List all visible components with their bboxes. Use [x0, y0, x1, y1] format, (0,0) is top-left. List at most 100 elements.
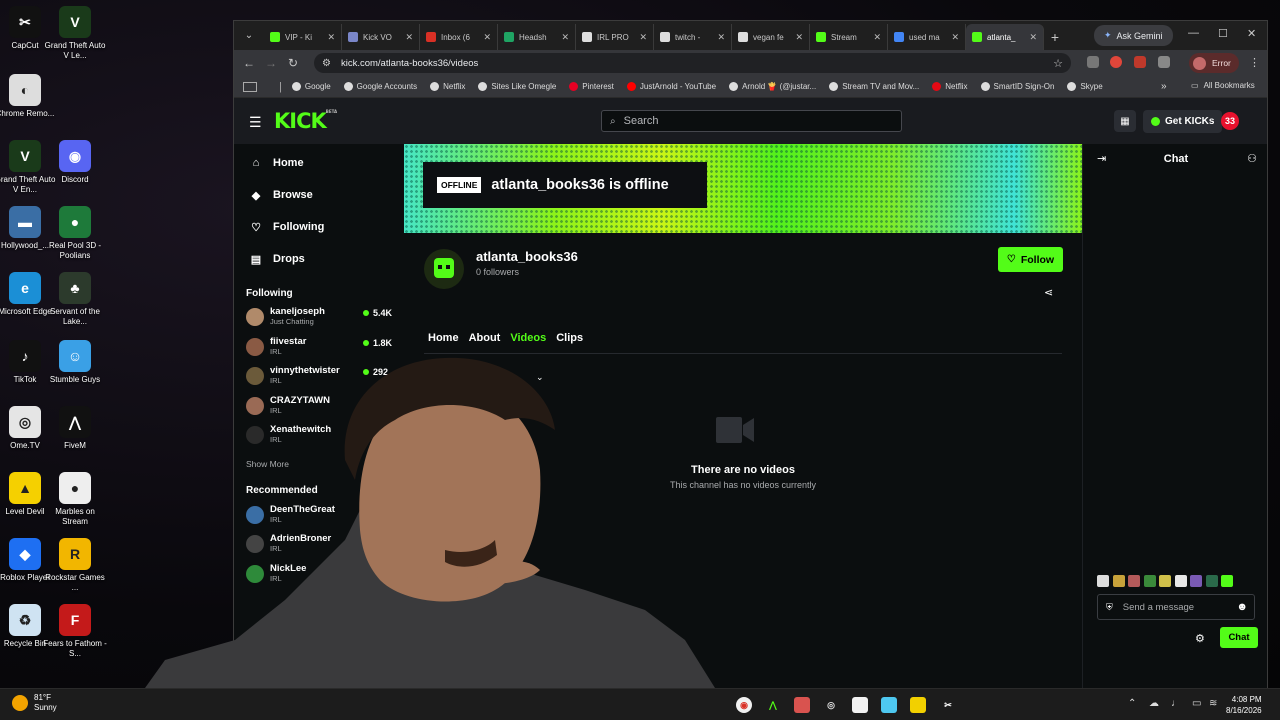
desktop-icon[interactable]: ● Marbles on Stream — [43, 472, 107, 527]
browser-tab[interactable]: vegan fe ✕ — [732, 24, 810, 50]
desktop-icon[interactable]: ⋀ FiveM — [43, 406, 107, 451]
channel-list-item[interactable]: kaneljoseph Just Chatting 5.4K — [234, 303, 402, 333]
bookmark-item[interactable]: Google Accounts — [343, 82, 417, 91]
microphone-icon[interactable]: ♩ — [1171, 698, 1181, 709]
emote-icon[interactable] — [1174, 575, 1187, 587]
emote-icon[interactable] — [1112, 575, 1125, 587]
display-icon[interactable]: ▭ — [1192, 698, 1201, 709]
chat-users-icon[interactable]: ⚇ — [1247, 152, 1257, 165]
bookmark-item[interactable]: JustArnold - YouTube — [626, 82, 716, 91]
share-icon[interactable]: ⋖ — [1044, 286, 1053, 299]
desktop-icon[interactable]: V Grand Theft Auto V Le... — [43, 6, 107, 61]
tab-close-icon[interactable]: ✕ — [717, 32, 725, 43]
wifi-icon[interactable]: ≋ — [1209, 698, 1217, 709]
chrome-taskbar-icon[interactable]: ◉ — [736, 697, 752, 713]
emote-icon[interactable] — [1097, 575, 1109, 587]
desktop-icon[interactable]: ♣ Servant of the Lake... — [43, 272, 107, 327]
extensions-puzzle-icon[interactable] — [1158, 56, 1170, 68]
bookmark-item[interactable]: SmartID Sign-On — [980, 82, 1054, 91]
browser-tab[interactable]: Kick VO ✕ — [342, 24, 420, 50]
ask-gemini-button[interactable]: ✦ Ask Gemini — [1094, 25, 1173, 46]
tab-close-icon[interactable]: ✕ — [483, 32, 491, 43]
capcut-taskbar-icon[interactable]: ✂ — [940, 697, 956, 713]
app-taskbar-icon[interactable] — [794, 697, 810, 713]
bookmark-item[interactable]: Sites Like Omegle — [478, 82, 556, 91]
tab-search-icon[interactable]: ⌄ — [238, 24, 260, 46]
desktop-icon[interactable]: ◐ Chrome Remo... — [0, 74, 57, 119]
minimize-icon[interactable]: — — [1188, 27, 1199, 39]
desktop-icon[interactable]: R Rockstar Games ... — [43, 538, 107, 593]
store-taskbar-icon[interactable] — [852, 697, 868, 713]
browser-tab[interactable]: VIP - Ki ✕ — [264, 24, 342, 50]
extension-icon[interactable] — [1110, 56, 1122, 68]
obs-taskbar-icon[interactable]: ◎ — [823, 697, 839, 713]
apps-grid-icon[interactable] — [243, 81, 257, 92]
all-bookmarks[interactable]: ▭ All Bookmarks — [1191, 81, 1255, 90]
bookmark-item[interactable]: Google — [291, 82, 331, 91]
bookmark-item[interactable]: Pinterest — [569, 82, 614, 91]
browser-menu-icon[interactable]: ⋮ — [1249, 56, 1260, 69]
desktop-icon[interactable]: ◉ Discord — [43, 140, 107, 185]
browser-tab[interactable]: used ma ✕ — [888, 24, 966, 50]
notification-badge[interactable]: 33 — [1221, 112, 1239, 130]
follow-button[interactable]: ♡ Follow — [998, 247, 1063, 272]
sidebar-item-following[interactable]: ♡ Following — [234, 211, 402, 243]
browser-tab[interactable]: Inbox (6 ✕ — [420, 24, 498, 50]
tab-close-icon[interactable]: ✕ — [327, 32, 335, 43]
sidebar-item-home[interactable]: ⌂ Home — [234, 147, 402, 179]
clock[interactable]: 4:08 PM 8/16/2026 — [1226, 694, 1262, 716]
desktop-icon[interactable]: ☺ Stumble Guys — [43, 340, 107, 385]
tab-close-icon[interactable]: ✕ — [873, 32, 881, 43]
sidebar-item-browse[interactable]: ◆ Browse — [234, 179, 402, 211]
reload-icon[interactable]: ↻ — [282, 56, 304, 70]
address-bar[interactable]: ⚙ kick.com/atlanta-books36/videos ☆ — [314, 53, 1071, 73]
bookmarks-overflow-icon[interactable]: » — [1161, 81, 1167, 92]
tab-close-icon[interactable]: ✕ — [1029, 32, 1037, 43]
weather-widget[interactable]: 81°F Sunny — [12, 693, 57, 713]
bookmark-item[interactable]: Stream TV and Mov... — [829, 82, 919, 91]
browser-tab[interactable]: Headsh ✕ — [498, 24, 576, 50]
new-tab-button[interactable]: + — [1044, 29, 1066, 45]
tab-close-icon[interactable]: ✕ — [561, 32, 569, 43]
kick-logo[interactable]: KICKBETA — [274, 109, 337, 133]
site-info-icon[interactable]: ⚙ — [322, 58, 331, 69]
back-icon[interactable]: ← — [238, 56, 260, 70]
fivem-taskbar-icon[interactable]: ⋀ — [765, 697, 781, 713]
browser-tab[interactable]: Stream ✕ — [810, 24, 888, 50]
bookmark-star-icon[interactable]: ☆ — [1053, 57, 1063, 70]
tab-close-icon[interactable]: ✕ — [405, 32, 413, 43]
get-kicks-button[interactable]: Get KICKs — [1143, 110, 1223, 133]
bookmark-item[interactable]: Arnold 🍟 (@justar... — [729, 82, 816, 91]
app-taskbar-icon[interactable] — [881, 697, 897, 713]
emote-icon[interactable] — [1143, 575, 1156, 587]
maximize-icon[interactable]: ☐ — [1218, 27, 1228, 40]
tab-close-icon[interactable]: ✕ — [951, 32, 959, 43]
tab-close-icon[interactable]: ✕ — [795, 32, 803, 43]
extension-icon[interactable] — [1134, 56, 1146, 68]
desktop-icon[interactable]: ● Real Pool 3D - Poolians — [43, 206, 107, 261]
emoji-icon[interactable]: ☻ — [1236, 601, 1248, 613]
bookmark-item[interactable]: Skype — [1067, 82, 1103, 91]
search-input[interactable]: ⌕ Search — [601, 110, 902, 132]
notes-taskbar-icon[interactable] — [910, 697, 926, 713]
emote-icon[interactable] — [1159, 575, 1171, 587]
inbox-icon[interactable]: ▦ — [1114, 110, 1136, 132]
onedrive-icon[interactable]: ☁ — [1149, 698, 1159, 709]
emote-icon[interactable] — [1221, 575, 1233, 587]
channel-avatar[interactable] — [424, 249, 464, 289]
tab-close-icon[interactable]: ✕ — [639, 32, 647, 43]
browser-tab[interactable]: twitch - ✕ — [654, 24, 732, 50]
tray-chevron-icon[interactable]: ⌃ — [1128, 698, 1136, 709]
chat-settings-gear-icon[interactable]: ⚙ — [1195, 632, 1205, 645]
browser-tab[interactable]: atlanta_ ✕ — [966, 24, 1044, 50]
emote-icon[interactable] — [1205, 575, 1218, 587]
profile-error-button[interactable]: Error — [1189, 53, 1239, 73]
chat-send-button[interactable]: Chat — [1220, 627, 1258, 648]
message-input[interactable]: ⛨ Send a message ☻ — [1097, 594, 1255, 620]
browser-tab[interactable]: IRL PRO ✕ — [576, 24, 654, 50]
bookmark-item[interactable]: Netflix — [430, 82, 465, 91]
emote-icon[interactable] — [1190, 575, 1202, 587]
menu-icon[interactable]: ☰ — [249, 114, 262, 131]
extension-icon[interactable] — [1087, 56, 1099, 68]
desktop-icon[interactable]: F Fears to Fathom - S... — [43, 604, 107, 659]
